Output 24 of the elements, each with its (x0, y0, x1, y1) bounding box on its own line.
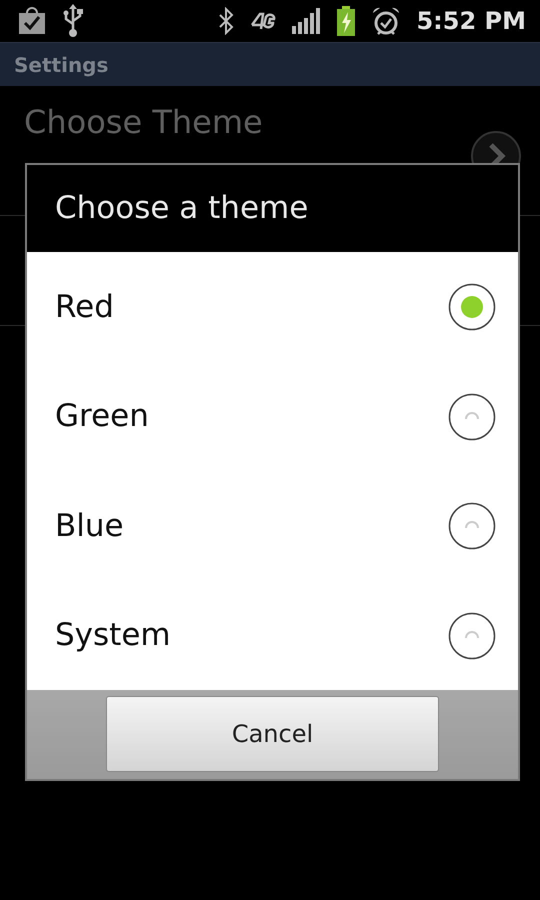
setting-title: Choose Theme (24, 102, 264, 142)
radio-button[interactable] (448, 392, 496, 441)
clock-time: 5:52 PM (416, 6, 526, 37)
theme-option[interactable]: System (27, 580, 518, 690)
option-label: Green (55, 397, 149, 436)
shopping-bag-check-icon (18, 7, 46, 35)
usb-icon (62, 4, 84, 38)
signal-icon (292, 8, 320, 34)
theme-option[interactable]: Red (27, 252, 518, 362)
option-label: Blue (55, 506, 124, 546)
cancel-button[interactable]: Cancel (106, 696, 439, 772)
radio-button[interactable] (448, 502, 496, 550)
radio-button[interactable] (448, 612, 496, 660)
option-label: Red (55, 288, 114, 327)
dialog-title: Choose a theme (55, 189, 308, 228)
option-label: System (55, 616, 171, 656)
battery-charging-icon (336, 6, 356, 36)
theme-option[interactable]: Blue (27, 471, 518, 581)
network-type-icon (250, 11, 276, 31)
radio-button[interactable] (448, 283, 496, 332)
bluetooth-icon (218, 7, 234, 35)
alarm-clock-icon (372, 6, 400, 36)
theme-option[interactable]: Green (27, 362, 518, 472)
app-title: Settings (14, 52, 108, 78)
